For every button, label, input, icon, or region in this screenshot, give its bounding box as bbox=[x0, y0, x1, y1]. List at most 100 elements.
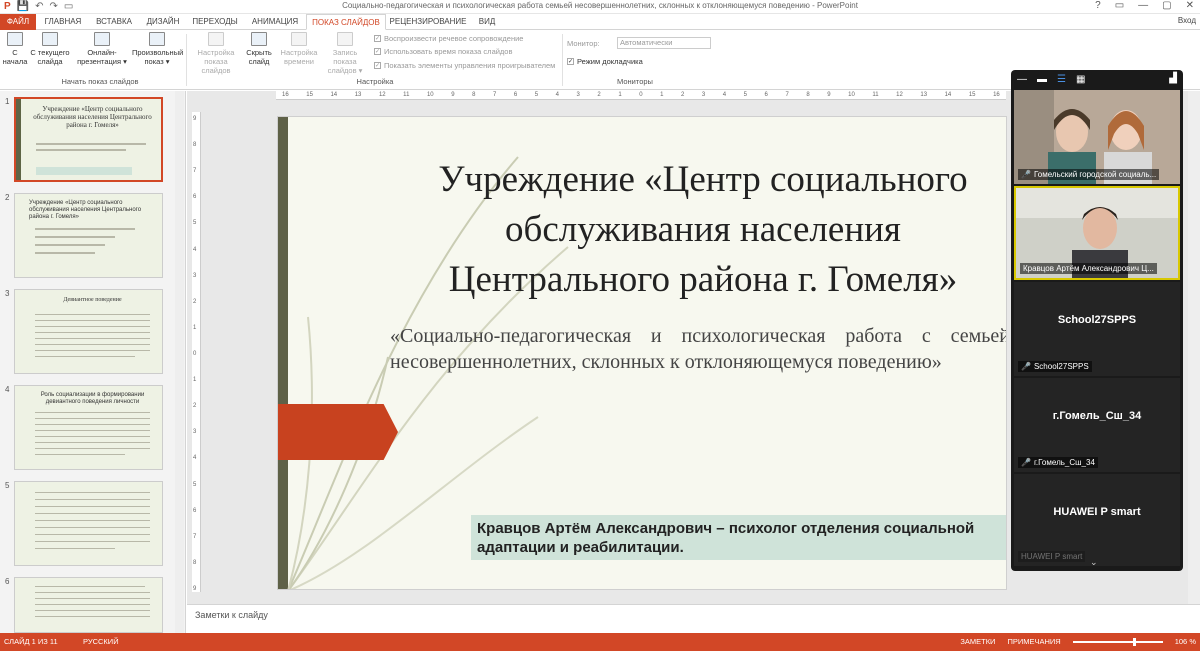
comments-toggle[interactable]: ПРИМЕЧАНИЯ bbox=[1007, 633, 1060, 651]
from-beginning-button[interactable]: С начала bbox=[2, 32, 28, 66]
participant-label: 🎤 School27SPPS bbox=[1018, 361, 1092, 372]
show-media-controls-checkbox[interactable]: ✓ Показать элементы управления проигрыват… bbox=[374, 61, 555, 70]
chevron-down-icon[interactable]: ⌄ bbox=[1090, 557, 1098, 568]
hide-slide-button[interactable]: Скрыть слайд bbox=[244, 32, 274, 66]
group-label-monitors: Мониторы bbox=[617, 77, 653, 86]
from-current-button[interactable]: С текущего слайда bbox=[30, 32, 70, 66]
zoom-level[interactable]: 106 % bbox=[1175, 633, 1196, 651]
thumb-text-line bbox=[35, 436, 150, 437]
ruler-tick-label: 16 bbox=[993, 92, 1000, 98]
save-icon[interactable]: 💾 bbox=[17, 1, 29, 13]
participant-display-name: School27SPPS bbox=[1057, 314, 1137, 326]
monitor-select[interactable]: Автоматически bbox=[617, 37, 711, 49]
participant-tile[interactable]: г.Гомель_Сш_34 🎤 г.Гомель_Сш_34 bbox=[1014, 378, 1180, 472]
gallery-view-icon[interactable]: ▦ bbox=[1076, 74, 1085, 85]
help-icon[interactable]: ? bbox=[1095, 0, 1101, 11]
slide-thumbnail-6[interactable] bbox=[14, 577, 163, 633]
presenter-view-label: Режим докладчика bbox=[577, 57, 643, 66]
slide-thumbnail-1[interactable]: Учреждение «Центр социального обслуживан… bbox=[14, 97, 163, 182]
slide-thumbnail-4[interactable]: Роль социализации в формировании девиант… bbox=[14, 385, 163, 470]
minimize-icon[interactable]: — bbox=[1017, 74, 1027, 85]
slide-thumbnail-5[interactable] bbox=[14, 481, 163, 566]
muted-mic-icon: 🎤 bbox=[1021, 170, 1031, 179]
quick-access-toolbar: P 💾 ↶ ↷ ▭ bbox=[4, 1, 73, 13]
notes-pane[interactable]: Заметки к слайду bbox=[187, 604, 1200, 633]
undo-icon[interactable]: ↶ bbox=[35, 1, 43, 13]
tab-file[interactable]: ФАЙЛ bbox=[0, 14, 36, 30]
tab-transitions[interactable]: ПЕРЕХОДЫ bbox=[186, 14, 244, 30]
redo-icon[interactable]: ↷ bbox=[50, 1, 58, 13]
ruler-tick-label: 4 bbox=[555, 92, 559, 98]
slide-author-box[interactable]: Кравцов Артём Александрович – психолог о… bbox=[471, 515, 1006, 560]
maximize-icon[interactable]: ▢ bbox=[1162, 0, 1171, 11]
ruler-tick-label: 5 bbox=[743, 92, 747, 98]
tab-animation[interactable]: АНИМАЦИЯ bbox=[244, 14, 306, 30]
ruler-tick-label: 8 bbox=[806, 92, 810, 98]
setup-show-button[interactable]: Настройка показа слайдов bbox=[190, 32, 242, 75]
exit-fullscreen-icon[interactable]: ▟ bbox=[1169, 73, 1177, 84]
ruler-tick-label: 1 bbox=[193, 324, 197, 331]
thumbnail-view-icon[interactable]: ▬ bbox=[1037, 74, 1047, 85]
thumb-text-line bbox=[35, 412, 150, 413]
slideshow-current-icon bbox=[42, 32, 58, 46]
rehearse-timings-button[interactable]: Настройка времени bbox=[278, 32, 320, 66]
participant-tile-active-speaker[interactable]: Кравцов Артём Александрович Ц... bbox=[1014, 186, 1180, 280]
participant-tile[interactable]: 🎤 Гомельский городской социаль... bbox=[1014, 90, 1180, 184]
ruler-tick-label: 9 bbox=[451, 92, 455, 98]
custom-show-button[interactable]: Произвольный показ ▾ bbox=[132, 32, 184, 66]
ruler-tick-label: 3 bbox=[701, 92, 706, 98]
thumb-text-line bbox=[35, 244, 105, 246]
muted-mic-icon: 🎤 bbox=[1021, 362, 1031, 371]
minimize-icon[interactable]: — bbox=[1138, 0, 1148, 11]
custom-show-icon bbox=[149, 32, 165, 46]
online-presentation-button[interactable]: Онлайн- презентация ▾ bbox=[74, 32, 130, 66]
zoom-slider[interactable] bbox=[1072, 638, 1163, 646]
checkbox-icon: ✓ bbox=[567, 58, 574, 65]
ruler-tick-label: 1 bbox=[193, 377, 197, 384]
ribbon-separator bbox=[562, 34, 563, 86]
tab-home[interactable]: ГЛАВНАЯ bbox=[38, 14, 88, 30]
thumbnails-scrollbar[interactable] bbox=[175, 91, 184, 633]
language-indicator[interactable]: РУССКИЙ bbox=[83, 633, 119, 651]
notes-toggle[interactable]: ЗАМЕТКИ bbox=[960, 633, 995, 651]
custom-show-label: Произвольный показ ▾ bbox=[132, 48, 184, 66]
thumb-text-line bbox=[35, 499, 150, 500]
close-icon[interactable]: ✕ bbox=[1186, 0, 1194, 11]
ruler-tick-label: 10 bbox=[848, 92, 855, 98]
tab-view[interactable]: ВИД bbox=[470, 14, 504, 30]
ribbon-display-icon[interactable]: ▭ bbox=[1115, 0, 1124, 11]
ruler-tick-label: 11 bbox=[403, 92, 410, 98]
slide-thumbnail-3[interactable]: Девиантное поведение bbox=[14, 289, 163, 374]
slide-scrollbar[interactable] bbox=[1188, 91, 1200, 604]
slide-title[interactable]: Учреждение «Центр социального обслуживан… bbox=[398, 155, 1006, 305]
zoom-panel-toolbar: — ▬ ☰ ▦ ▟ bbox=[1011, 70, 1183, 88]
slide-canvas[interactable]: Учреждение «Центр социального обслуживан… bbox=[277, 116, 1007, 590]
thumb-text-line bbox=[35, 356, 135, 357]
presenter-view-checkbox[interactable]: ✓ Режим докладчика bbox=[567, 57, 643, 66]
use-timings-checkbox[interactable]: ✓ Использовать время показа слайдов bbox=[374, 47, 512, 56]
record-show-button[interactable]: Запись показа слайдов ▾ bbox=[320, 32, 370, 75]
zoom-slider-handle[interactable] bbox=[1132, 638, 1136, 646]
ruler-tick-label: 2 bbox=[193, 298, 197, 305]
participant-tile[interactable]: HUAWEI P smart HUAWEI P smart bbox=[1014, 474, 1180, 566]
ruler-tick-label: 11 bbox=[872, 92, 879, 98]
thumb-text-line bbox=[35, 592, 150, 593]
ruler-tick-label: 4 bbox=[193, 246, 197, 253]
tab-slideshow[interactable]: ПОКАЗ СЛАЙДОВ bbox=[306, 14, 386, 30]
tab-insert[interactable]: ВСТАВКА bbox=[88, 14, 140, 30]
start-slideshow-icon[interactable]: ▭ bbox=[64, 1, 73, 13]
sign-in-link[interactable]: Вход bbox=[1178, 16, 1196, 25]
participant-tile[interactable]: School27SPPS 🎤 School27SPPS bbox=[1014, 282, 1180, 376]
window-controls: ? ▭ — ▢ ✕ bbox=[1095, 0, 1194, 11]
slide-subtitle[interactable]: «Социально-педагогическая и психологичес… bbox=[390, 323, 1006, 375]
ruler-tick-label: 6 bbox=[764, 92, 768, 98]
slide-thumbnail-2[interactable]: Учреждение «Центр социального обслуживан… bbox=[14, 193, 163, 278]
thumb-number: 4 bbox=[5, 385, 10, 394]
tab-review[interactable]: РЕЦЕНЗИРОВАНИЕ bbox=[388, 14, 468, 30]
play-narrations-checkbox[interactable]: ✓ Воспроизвести речевое сопровождение bbox=[374, 34, 523, 43]
tab-design[interactable]: ДИЗАЙН bbox=[140, 14, 186, 30]
thumb-text-line bbox=[35, 326, 150, 327]
document-title: Социально-педагогическая и психологическ… bbox=[342, 1, 858, 10]
participant-label: HUAWEI P smart bbox=[1018, 551, 1086, 562]
speaker-view-icon[interactable]: ☰ bbox=[1057, 74, 1066, 85]
